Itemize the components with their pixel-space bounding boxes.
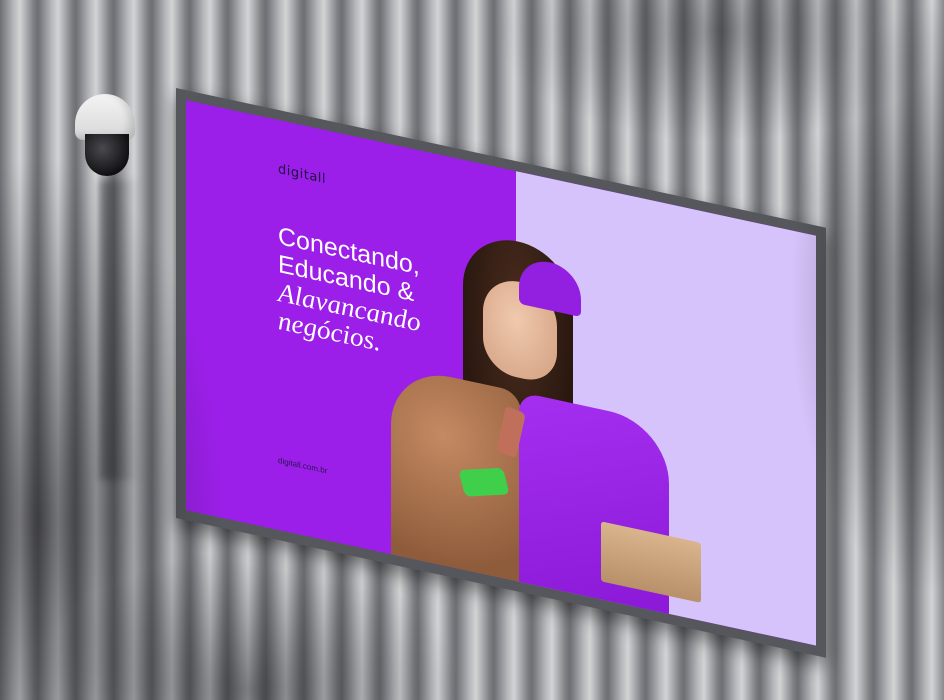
security-camera <box>70 94 140 184</box>
billboard-frame: digitall Conectando, Educando & Alavanca… <box>176 88 826 658</box>
camera-dome <box>85 134 129 176</box>
camera-pole-shadow <box>100 180 140 480</box>
green-cuff <box>458 467 510 497</box>
ad-poster: digitall Conectando, Educando & Alavanca… <box>186 100 816 646</box>
brand-logo: digitall <box>278 161 327 188</box>
billboard-area: digitall Conectando, Educando & Alavanca… <box>176 88 840 658</box>
woman-figure <box>391 214 701 624</box>
ad-url: digitall.com.br <box>278 455 328 476</box>
